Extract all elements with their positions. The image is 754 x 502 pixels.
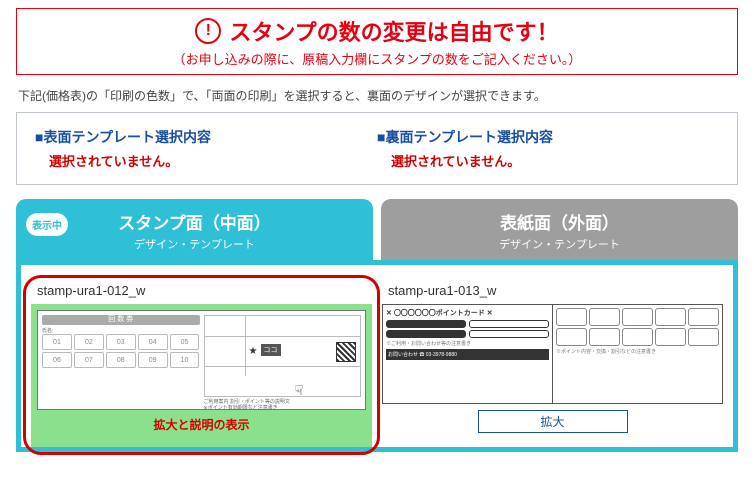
cursor-icon: ☟ — [295, 382, 304, 399]
stamp-cell: 08 — [106, 352, 136, 368]
stamp-cell — [556, 308, 587, 326]
point-card-title: ✕ 〇〇〇〇〇〇ポイントカード ✕ — [386, 308, 549, 318]
template-panel: stamp-ura1-012_w 回 数 券 氏名: 0102030405060… — [16, 260, 738, 452]
tab-stamp-sub: デザイン・テンプレート — [16, 236, 373, 252]
stamp-cell: 09 — [138, 352, 168, 368]
point-grid-note: ※ポイント内容・交換・割引などの注意書き — [556, 348, 719, 355]
stamp-cell: 02 — [74, 334, 104, 350]
stamp-cell — [688, 308, 719, 326]
stamp-cell — [589, 308, 620, 326]
template-name: stamp-ura1-012_w — [37, 283, 372, 298]
stamp-cell: 06 — [42, 352, 72, 368]
stamp-cell: 04 — [138, 334, 168, 350]
map-box: ★ ココ ☟ — [204, 315, 362, 397]
stamp-cell — [655, 308, 686, 326]
tab-stamp-title: スタンプ面（中面） — [16, 209, 373, 234]
tabs: 表示中 スタンプ面（中面） デザイン・テンプレート 表紙面（外面） デザイン・テ… — [16, 199, 738, 260]
back-selection-head: ■裏面テンプレート選択内容 — [377, 127, 719, 147]
stamp-cell — [589, 328, 620, 346]
zoom-overlay-text: 拡大と説明の表示 — [37, 410, 366, 441]
description-text: 下記(価格表)の「印刷の色数」で、「両面の印刷」を選択すると、裏面のデザインが選… — [18, 87, 736, 104]
map-marker-label: ココ — [261, 344, 281, 356]
tab-cover-title: 表紙面（外面） — [381, 209, 738, 234]
selection-summary-box: ■表面テンプレート選択内容 選択されていません。 ■裏面テンプレート選択内容 選… — [16, 112, 738, 185]
front-selection-head: ■表面テンプレート選択内容 — [35, 127, 377, 147]
stamp-cell — [655, 328, 686, 346]
tab-cover-sub: デザイン・テンプレート — [381, 236, 738, 252]
zoom-button[interactable]: 拡大 — [478, 410, 628, 433]
stamp-cell — [688, 328, 719, 346]
notice-title-row: ! スタンプの数の変更は自由です！ — [195, 15, 558, 47]
qr-code-icon — [336, 342, 356, 362]
thumb-fine-print: ご利用案内 割引・ポイント等の説明文※ポイント有効期限など注意書き — [204, 399, 362, 411]
back-selection: ■裏面テンプレート選択内容 選択されていません。 — [377, 127, 719, 170]
front-selection-body: 選択されていません。 — [49, 151, 377, 170]
stamp-cell: 01 — [42, 334, 72, 350]
notice-box: ! スタンプの数の変更は自由です！ （お申し込みの際に、原稿入力欄にスタンプの数… — [16, 8, 738, 75]
map-star-icon: ★ — [249, 346, 258, 357]
stamp-cell: 05 — [170, 334, 200, 350]
back-selection-body: 選択されていません。 — [391, 151, 719, 170]
template-card-012[interactable]: stamp-ura1-012_w 回 数 券 氏名: 0102030405060… — [31, 283, 372, 447]
notice-subtitle: （お申し込みの際に、原稿入力欄にスタンプの数をご記入ください。） — [27, 49, 727, 68]
notice-title: スタンプの数の変更は自由です！ — [229, 15, 558, 47]
point-footer: お問い合わせ ☎ 03-3978-9880 — [386, 349, 549, 360]
ticket-header: 回 数 券 — [42, 315, 200, 325]
stamp-cell: 03 — [106, 334, 136, 350]
template-thumbnail: ✕ 〇〇〇〇〇〇ポイントカード ✕ ※ご利用・お問い合わせ等の注意書き お問い合… — [382, 304, 723, 404]
template-thumbnail: 回 数 券 氏名: 01020304050607080910 ★ ココ ☟ ご利… — [37, 310, 366, 410]
stamp-grid — [556, 308, 719, 346]
template-card-013[interactable]: stamp-ura1-013_w ✕ 〇〇〇〇〇〇ポイントカード ✕ ※ご利用・… — [382, 283, 723, 447]
info-icon: ! — [195, 18, 221, 44]
stamp-cell — [556, 328, 587, 346]
point-note: ※ご利用・お問い合わせ等の注意書き — [386, 340, 549, 347]
stamp-cell: 07 — [74, 352, 104, 368]
stamp-cell — [622, 308, 653, 326]
stamp-cell: 10 — [170, 352, 200, 368]
front-selection: ■表面テンプレート選択内容 選択されていません。 — [35, 127, 377, 170]
stamp-grid: 0102030405 0607080910 — [42, 334, 200, 368]
tab-cover-side[interactable]: 表紙面（外面） デザイン・テンプレート — [381, 199, 738, 260]
active-badge: 表示中 — [26, 213, 68, 236]
tab-stamp-side[interactable]: 表示中 スタンプ面（中面） デザイン・テンプレート — [16, 199, 373, 260]
stamp-cell — [622, 328, 653, 346]
template-name: stamp-ura1-013_w — [388, 283, 723, 298]
